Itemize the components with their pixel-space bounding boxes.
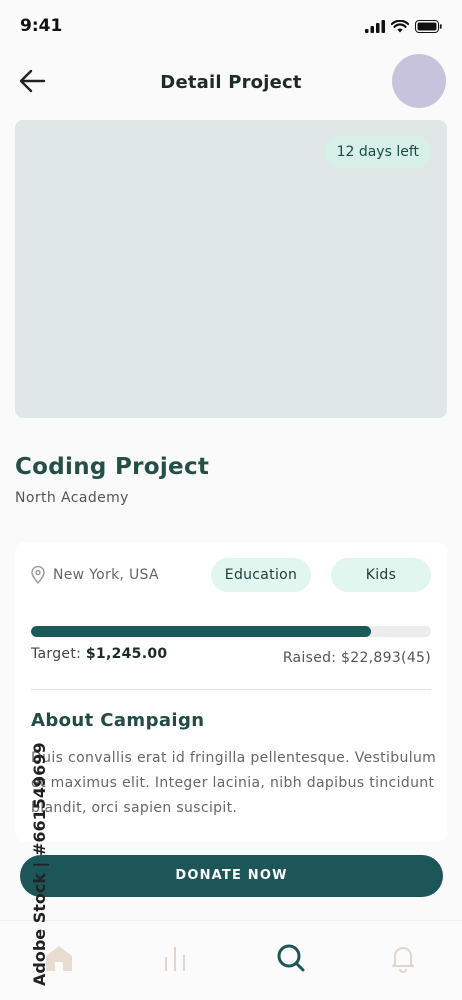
project-title: Coding Project [15,454,210,480]
nav-search[interactable] [275,943,309,977]
nav-stats[interactable] [159,943,193,977]
map-pin-icon [31,566,45,584]
about-text: Duis convallis erat id fringilla pellent… [31,750,437,816]
tag-education[interactable]: Education [211,558,311,592]
funding-progress-bar [31,626,431,637]
bell-icon [392,947,414,973]
stats-icon [165,947,185,971]
status-bar: 9:41 [0,0,462,54]
project-image: 12 days left [15,120,447,418]
wifi-icon [391,20,409,33]
search-icon [277,944,305,972]
target-amount: Target: $1,245.00 [31,646,167,662]
watermark: Adobe Stock | #661549699 [8,742,49,986]
target-value: $1,245.00 [85,646,168,662]
battery-icon [415,20,442,33]
raised-amount: Raised: $22,893(45) [282,650,431,666]
divider [31,689,431,690]
header: Detail Project [0,54,462,114]
status-time: 9:41 [20,16,63,36]
tag-kids[interactable]: Kids [331,558,431,592]
bottom-nav [0,920,462,1000]
funding-progress-fill [31,626,371,637]
project-organization: North Academy [15,490,129,506]
nav-notifications[interactable] [387,943,421,977]
signal-icon [365,20,385,33]
avatar[interactable] [392,54,446,108]
donate-button[interactable]: DONATE NOW [20,855,443,897]
project-info-card: New York, USA Education Kids Target: $1,… [15,542,447,842]
about-title: About Campaign [31,710,205,731]
target-label: Target: [31,646,86,662]
days-left-badge: 12 days left [324,136,431,168]
location-text: New York, USA [53,567,159,583]
watermark-text: Adobe Stock | #661549699 [30,742,49,986]
status-icons [365,20,442,33]
location: New York, USA [31,566,159,584]
